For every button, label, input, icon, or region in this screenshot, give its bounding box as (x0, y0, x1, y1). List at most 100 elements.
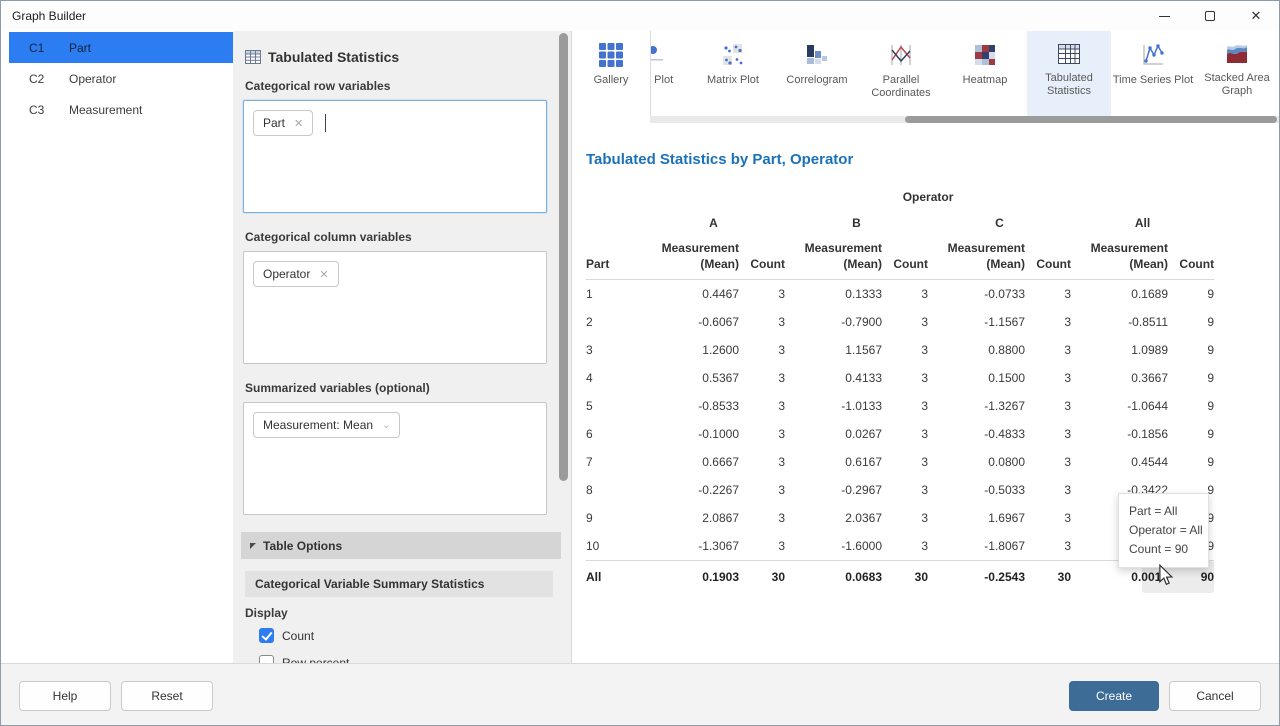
table-cell[interactable]: 0.1903 (642, 561, 739, 594)
gallery-item-correlogram[interactable]: Correlogram (775, 31, 859, 116)
table-cell[interactable]: 0.8800 (928, 336, 1025, 364)
table-cell[interactable]: 0.4467 (642, 280, 739, 309)
close-button[interactable]: ✕ (1233, 1, 1279, 31)
remove-icon[interactable]: ✕ (319, 268, 328, 281)
gallery-item-matrix-plot[interactable]: Matrix Plot (691, 31, 775, 116)
table-cell[interactable]: 3 (882, 532, 928, 561)
chevron-down-icon[interactable]: ⌄ (382, 420, 390, 431)
table-cell[interactable]: -0.5033 (928, 476, 1025, 504)
table-cell[interactable]: -0.6067 (642, 308, 739, 336)
table-cell[interactable]: 3 (882, 364, 928, 392)
table-cell[interactable]: 3 (739, 280, 785, 309)
table-cell[interactable]: 3 (1025, 504, 1071, 532)
table-cell[interactable]: 3 (882, 280, 928, 309)
table-cell[interactable]: 3 (739, 448, 785, 476)
table-cell[interactable]: -0.2543 (928, 561, 1025, 594)
table-cell[interactable]: 0.0267 (785, 420, 882, 448)
table-cell[interactable]: 0.5367 (642, 364, 739, 392)
table-cell[interactable]: 1.2600 (642, 336, 739, 364)
table-cell[interactable]: -1.8067 (928, 532, 1025, 561)
table-cell[interactable]: -0.8533 (642, 392, 739, 420)
table-cell[interactable]: -0.7900 (785, 308, 882, 336)
table-cell[interactable]: 3 (1025, 336, 1071, 364)
gallery-item-parallel-coordinates[interactable]: Parallel Coordinates (859, 31, 943, 116)
table-cell[interactable]: 9 (1168, 364, 1214, 392)
table-cell[interactable]: -0.4833 (928, 420, 1025, 448)
panel-scrollbar[interactable] (559, 31, 568, 663)
table-cell[interactable]: 3 (1025, 532, 1071, 561)
sidebar-item-measurement[interactable]: C3 Measurement (9, 94, 233, 125)
variable-chip-measurement-mean[interactable]: Measurement: Mean ⌄ (253, 412, 400, 438)
create-button[interactable]: Create (1069, 681, 1159, 711)
table-cell[interactable]: 9 (1168, 448, 1214, 476)
table-cell[interactable]: 0.1333 (785, 280, 882, 309)
table-cell[interactable]: 0.3667 (1071, 364, 1168, 392)
table-cell[interactable]: 2.0367 (785, 504, 882, 532)
table-cell[interactable]: 3 (1025, 280, 1071, 309)
table-cell[interactable]: 0.1689 (1071, 280, 1168, 309)
table-cell[interactable]: 30 (739, 561, 785, 594)
sidebar-item-operator[interactable]: C2 Operator (9, 63, 233, 94)
table-cell[interactable]: 9 (1168, 280, 1214, 309)
table-cell[interactable]: 9 (1168, 336, 1214, 364)
table-cell[interactable]: -0.1856 (1071, 420, 1168, 448)
gallery-scrollbar[interactable] (650, 116, 1279, 123)
table-cell[interactable]: 0.4133 (785, 364, 882, 392)
table-cell[interactable]: 3 (739, 532, 785, 561)
cancel-button[interactable]: Cancel (1169, 681, 1261, 711)
column-variables-dropzone[interactable]: Operator ✕ (243, 251, 547, 364)
table-cell[interactable]: 30 (882, 561, 928, 594)
table-cell[interactable]: 3 (1025, 364, 1071, 392)
table-cell[interactable]: 3 (882, 308, 928, 336)
table-cell[interactable]: 9 (1168, 420, 1214, 448)
table-cell[interactable]: -1.6000 (785, 532, 882, 561)
summarized-variables-dropzone[interactable]: Measurement: Mean ⌄ (243, 402, 547, 515)
gallery-item-heatmap[interactable]: Heatmap (943, 31, 1027, 116)
table-cell[interactable]: 3 (882, 504, 928, 532)
table-cell[interactable]: -0.2967 (785, 476, 882, 504)
table-cell[interactable]: 0.4544 (1071, 448, 1168, 476)
table-cell[interactable]: 2.0867 (642, 504, 739, 532)
help-button[interactable]: Help (19, 681, 111, 711)
table-cell[interactable]: 3 (739, 476, 785, 504)
minimize-button[interactable] (1141, 1, 1187, 31)
table-cell[interactable]: 3 (739, 504, 785, 532)
table-cell[interactable]: 3 (1025, 448, 1071, 476)
table-cell[interactable]: 3 (882, 420, 928, 448)
table-cell[interactable]: -0.1000 (642, 420, 739, 448)
table-cell[interactable]: 0.1500 (928, 364, 1025, 392)
table-cell[interactable]: 3 (882, 476, 928, 504)
sidebar-item-part[interactable]: C1 Part (9, 32, 233, 63)
table-cell[interactable]: 3 (1025, 308, 1071, 336)
gallery-item-gallery[interactable]: Gallery (572, 31, 650, 116)
reset-button[interactable]: Reset (121, 681, 213, 711)
table-cell[interactable]: -1.1567 (928, 308, 1025, 336)
table-cell[interactable]: 9 (1168, 392, 1214, 420)
table-cell[interactable]: 3 (739, 336, 785, 364)
table-cell[interactable]: 3 (882, 336, 928, 364)
table-cell[interactable]: 3 (1025, 392, 1071, 420)
gallery-item-bubble-plot-clipped[interactable]: e Plot (651, 31, 691, 116)
table-options-header[interactable]: Table Options (241, 532, 561, 559)
table-cell[interactable]: 1.6967 (928, 504, 1025, 532)
table-cell[interactable]: 1.1567 (785, 336, 882, 364)
table-cell[interactable]: 0.0800 (928, 448, 1025, 476)
table-cell[interactable]: -1.3267 (928, 392, 1025, 420)
gallery-scrollbar-thumb[interactable] (905, 116, 1277, 123)
table-cell[interactable]: 3 (739, 392, 785, 420)
gallery-item-time-series-plot[interactable]: Time Series Plot (1111, 31, 1195, 116)
row-percent-checkbox[interactable] (259, 655, 274, 663)
checkbox-row-count[interactable]: Count (259, 628, 547, 643)
checkbox-row-row-percent[interactable]: Row percent (259, 655, 547, 663)
table-cell[interactable]: -0.8511 (1071, 308, 1168, 336)
table-cell[interactable]: -1.0644 (1071, 392, 1168, 420)
table-cell[interactable]: 3 (1025, 476, 1071, 504)
table-cell[interactable]: 1.0989 (1071, 336, 1168, 364)
variable-chip-part[interactable]: Part ✕ (253, 110, 313, 136)
table-cell[interactable]: 0.6167 (785, 448, 882, 476)
table-cell[interactable]: -0.2267 (642, 476, 739, 504)
panel-scrollbar-thumb[interactable] (559, 33, 568, 481)
table-cell[interactable]: 0.0683 (785, 561, 882, 594)
gallery-item-stacked-area-graph[interactable]: Stacked Area Graph (1195, 31, 1279, 116)
row-variables-dropzone[interactable]: Part ✕ (243, 100, 547, 213)
